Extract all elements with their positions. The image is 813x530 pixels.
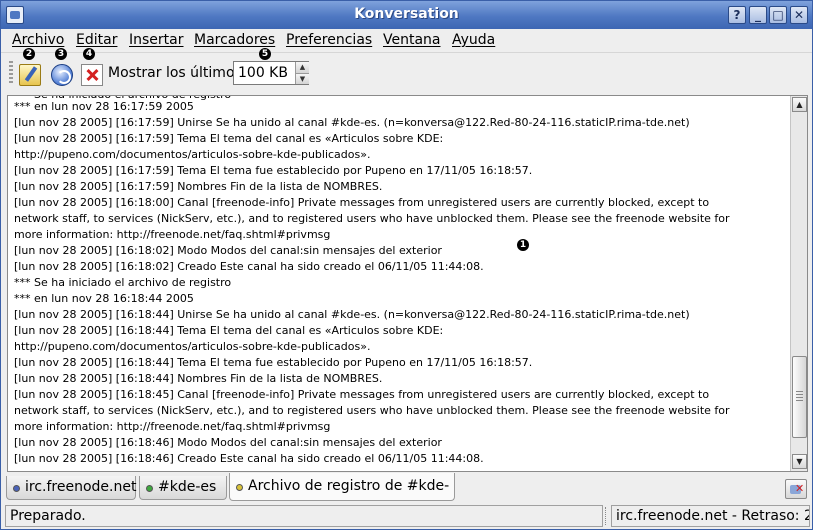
tab-label: #kde-es (158, 479, 217, 495)
log-line: more information: http://freenode.net/fa… (14, 420, 331, 433)
scroll-down-arrow-icon[interactable]: ▼ (792, 454, 807, 469)
menu-ventana[interactable]: Ventana (383, 32, 441, 48)
status-dot-icon (236, 484, 243, 491)
toolbar-grip-handle[interactable] (9, 61, 13, 85)
refresh-icon[interactable] (51, 64, 73, 86)
log-line: *** en lun nov 28 16:17:59 2005 (14, 100, 194, 113)
log-line: [lun nov 28 2005] [16:18:45] Canal [free… (14, 388, 710, 401)
tab-bar: irc.freenode.net #kde-es Archivo de regi… (1, 473, 812, 520)
callout-marker-2: 2 (23, 48, 35, 60)
clear-log-icon[interactable] (81, 64, 103, 86)
log-line: [lun nov 28 2005] [16:17:59] Unirse Se h… (14, 116, 690, 129)
konversation-window: Konversation ? _ □ ✕ Archivo Editar Inse… (0, 0, 813, 530)
log-size-value[interactable]: 100 KB (238, 65, 288, 81)
menu-archivo[interactable]: Archivo (12, 32, 64, 48)
log-line: [lun nov 28 2005] [16:18:44] Tema El tem… (14, 324, 444, 337)
title-bar[interactable]: Konversation ? _ □ ✕ (1, 1, 812, 29)
callout-marker-1: 1 (517, 239, 529, 251)
tab-irc-freenode[interactable]: irc.freenode.net (6, 476, 136, 500)
close-tab-icon[interactable] (785, 479, 807, 499)
window-title: Konversation (354, 6, 459, 22)
log-viewer[interactable]: *** Se ha iniciado el archivo de registr… (7, 95, 808, 472)
log-line: [lun nov 28 2005] [16:18:02] Modo Modos … (14, 244, 442, 257)
log-line: [lun nov 28 2005] [16:18:44] Tema El tem… (14, 356, 533, 369)
log-line: [lun nov 28 2005] [16:18:46] Modo Modos … (14, 436, 442, 449)
status-dot-icon (146, 485, 153, 492)
close-button[interactable]: ✕ (790, 6, 808, 24)
spin-down-button[interactable]: ▼ (295, 73, 309, 84)
menu-insertar[interactable]: Insertar (129, 32, 184, 48)
menu-preferencias[interactable]: Preferencias (286, 32, 372, 48)
log-line: [lun nov 28 2005] [16:18:02] Creado Este… (14, 260, 484, 273)
scroll-thumb[interactable] (792, 356, 807, 438)
log-line: [lun nov 28 2005] [16:17:59] Tema El tem… (14, 132, 444, 145)
maximize-button[interactable]: □ (769, 6, 787, 24)
log-line: *** Se ha iniciado el archivo de registr… (14, 276, 232, 289)
log-line: [lun nov 28 2005] [16:18:44] Nombres Fin… (14, 372, 383, 385)
status-bar: Preparado. irc.freenode.net - Retraso: 2… (1, 504, 812, 529)
log-line: [lun nov 28 2005] [16:18:00] Canal [free… (14, 196, 710, 209)
callout-marker-5: 5 (259, 48, 271, 60)
status-separator (605, 507, 608, 525)
status-server-lag: irc.freenode.net - Retraso: 2 s (611, 505, 810, 527)
help-button[interactable]: ? (728, 6, 746, 24)
log-line: http://pupeno.com/documentos/articulos-s… (14, 340, 371, 353)
callout-marker-3: 3 (55, 48, 67, 60)
menu-marcadores[interactable]: Marcadores (194, 32, 275, 48)
tab-label: irc.freenode.net (25, 479, 137, 495)
tab-log-kde-es[interactable]: Archivo de registro de #kde-es (229, 473, 455, 520)
vertical-scrollbar[interactable]: ▲ ▼ (790, 96, 807, 471)
menu-editar[interactable]: Editar (76, 32, 117, 48)
tab-kde-es[interactable]: #kde-es (139, 476, 227, 500)
minimize-button[interactable]: _ (749, 6, 767, 24)
show-last-label: Mostrar los últimos: (108, 65, 247, 81)
log-line: [lun nov 28 2005] [16:17:59] Tema El tem… (14, 164, 533, 177)
log-size-spinbox[interactable]: 100 KB ▲ ▼ (233, 61, 309, 85)
log-line: network staff, to services (NickServ, et… (14, 212, 730, 225)
callout-marker-4: 4 (83, 48, 95, 60)
log-line: [lun nov 28 2005] [16:17:59] Nombres Fin… (14, 180, 383, 193)
log-line: http://pupeno.com/documentos/articulos-s… (14, 148, 371, 161)
log-line: *** en lun nov 28 16:18:44 2005 (14, 292, 194, 305)
log-line: [lun nov 28 2005] [16:18:46] Creado Este… (14, 452, 484, 465)
log-line: more information: http://freenode.net/fa… (14, 228, 331, 241)
status-dot-icon (13, 485, 20, 492)
edit-icon[interactable] (19, 64, 41, 86)
spin-up-button[interactable]: ▲ (295, 62, 309, 73)
log-body: *** en lun nov 28 16:17:59 2005 [lun nov … (14, 99, 730, 467)
scroll-up-arrow-icon[interactable]: ▲ (792, 97, 807, 112)
status-message: Preparado. (5, 505, 603, 527)
log-line: [lun nov 28 2005] [16:18:44] Unirse Se h… (14, 308, 690, 321)
menu-ayuda[interactable]: Ayuda (452, 32, 495, 48)
log-text: *** Se ha iniciado el archivo de registr… (14, 96, 786, 465)
log-line: network staff, to services (NickServ, et… (14, 404, 730, 417)
menu-bar: Archivo Editar Insertar Marcadores Prefe… (1, 29, 812, 51)
